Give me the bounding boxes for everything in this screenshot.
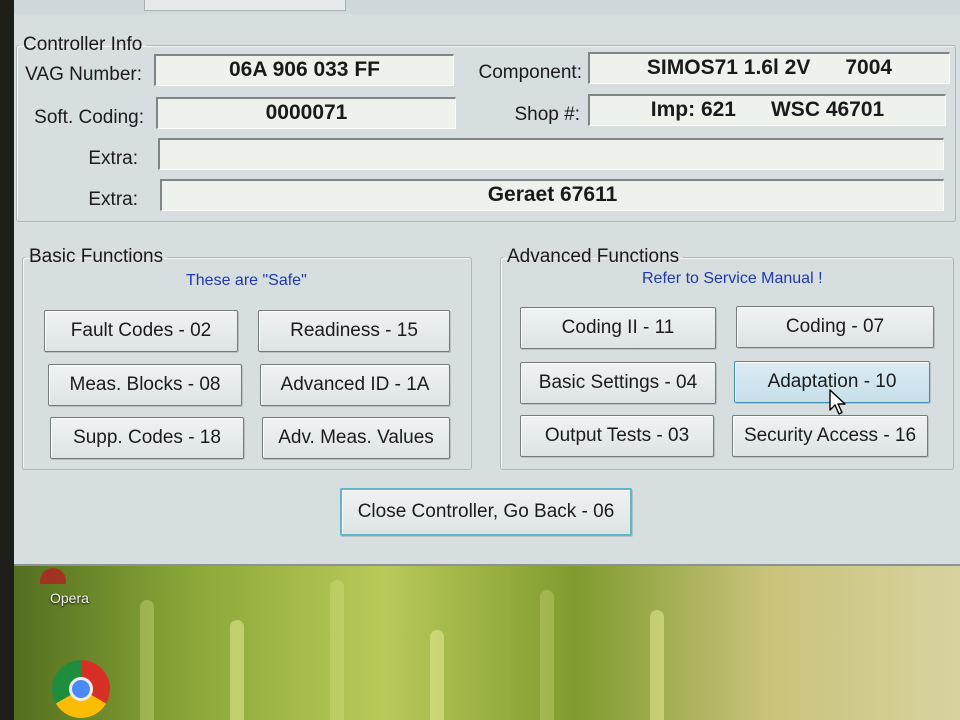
top-control xyxy=(144,0,346,11)
window-top-strip xyxy=(14,0,960,14)
controller-window: Controller Info VAG Number: 06A 906 033 … xyxy=(14,0,960,566)
chrome-icon[interactable] xyxy=(52,660,110,718)
monitor-bezel xyxy=(0,0,14,720)
grass-blade xyxy=(430,630,444,720)
grass-blade xyxy=(140,600,154,720)
desktop-icon-label[interactable]: Opera xyxy=(50,590,89,606)
extra-label-1: Extra: xyxy=(88,148,138,169)
basic-functions-note: These are "Safe" xyxy=(186,272,307,289)
extra-field-1[interactable] xyxy=(158,138,944,170)
soft-coding-field[interactable]: 0000071 xyxy=(156,97,456,129)
adv-meas-values-button[interactable]: Adv. Meas. Values xyxy=(262,417,450,459)
grass-blade xyxy=(650,610,664,720)
grass-blade xyxy=(230,620,244,720)
readiness-button[interactable]: Readiness - 15 xyxy=(258,310,450,352)
shop-number-label: Shop #: xyxy=(514,104,581,125)
supp-codes-button[interactable]: Supp. Codes - 18 xyxy=(50,417,244,459)
vag-number-field[interactable]: 06A 906 033 FF xyxy=(154,54,454,86)
grass-blade xyxy=(540,590,554,720)
meas-blocks-button[interactable]: Meas. Blocks - 08 xyxy=(48,364,242,406)
basic-settings-button[interactable]: Basic Settings - 04 xyxy=(520,362,716,404)
advanced-functions-legend: Advanced Functions xyxy=(507,246,680,267)
shop-number-field[interactable]: Imp: 621 WSC 46701 xyxy=(588,94,946,126)
close-controller-button[interactable]: Close Controller, Go Back - 06 xyxy=(340,488,632,536)
extra-label-2: Extra: xyxy=(88,189,138,210)
mouse-pointer-icon xyxy=(829,389,846,415)
soft-coding-label: Soft. Coding: xyxy=(34,107,144,128)
security-access-button[interactable]: Security Access - 16 xyxy=(732,415,928,457)
coding-button[interactable]: Coding - 07 xyxy=(736,306,934,348)
advanced-functions-note: Refer to Service Manual ! xyxy=(642,270,823,287)
fault-codes-button[interactable]: Fault Codes - 02 xyxy=(44,310,238,352)
basic-functions-legend: Basic Functions xyxy=(29,246,164,267)
coding-ii-button[interactable]: Coding II - 11 xyxy=(520,307,716,349)
advanced-id-button[interactable]: Advanced ID - 1A xyxy=(260,364,450,406)
extra-field-2[interactable]: Geraet 67611 xyxy=(160,179,944,211)
component-label: Component: xyxy=(478,62,582,83)
desktop-background xyxy=(0,560,960,720)
component-field[interactable]: SIMOS71 1.6l 2V 7004 xyxy=(588,52,950,84)
controller-info-legend: Controller Info xyxy=(23,34,143,55)
grass-blade xyxy=(330,580,344,720)
vag-number-label: VAG Number: xyxy=(25,64,142,85)
output-tests-button[interactable]: Output Tests - 03 xyxy=(520,415,714,457)
